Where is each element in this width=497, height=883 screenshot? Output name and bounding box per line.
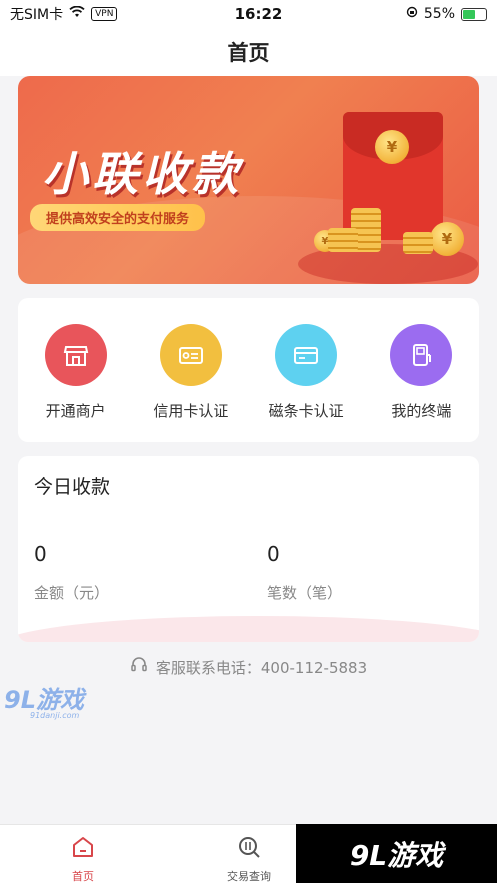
status-bar: 无SIM卡 VPN 16:22 55% <box>0 0 497 28</box>
customer-service[interactable]: 客服联系电话：400-112-5883 <box>0 656 497 678</box>
watermark-overlay: 9L游戏 <box>296 824 497 883</box>
card-wave-decoration <box>18 616 479 642</box>
count-label: 笔数（笔） <box>267 584 343 602</box>
menu-label: 信用卡认证 <box>153 402 229 420</box>
watermark-logo: 9L游戏 91danji.com <box>4 680 84 720</box>
status-left: 无SIM卡 VPN <box>10 4 200 24</box>
banner-title: 小联收款 <box>42 147 242 201</box>
today-title: 今日收款 <box>34 476 111 498</box>
amount-label: 金额（元） <box>34 584 110 602</box>
menu-label: 开通商户 <box>45 402 106 420</box>
headset-icon <box>130 656 148 678</box>
function-menu: 开通商户 信用卡认证 磁条卡认证 我的终端 <box>18 298 479 442</box>
coin-stack <box>403 232 433 254</box>
banner-subtitle: 提供高效安全的支付服务 <box>30 204 206 231</box>
nav-bar: 首页 <box>0 28 497 76</box>
menu-label: 磁条卡认证 <box>268 402 344 420</box>
menu-item-open-merchant[interactable]: 开通商户 <box>18 298 133 442</box>
credit-card-icon <box>159 324 222 386</box>
carrier-label: 无SIM卡 <box>10 7 64 23</box>
tab-label: 交易查询 <box>227 870 271 883</box>
coin-stack <box>328 228 358 252</box>
service-phone-text: 客服联系电话：400-112-5883 <box>155 658 368 677</box>
magstripe-card-icon <box>275 324 338 386</box>
tab-home[interactable]: 首页 <box>0 825 166 883</box>
today-collection-card: 今日收款 0 金额（元） 0 笔数（笔） <box>18 456 479 642</box>
coin-icon: ¥ <box>375 130 409 164</box>
amount-stat: 0 金额（元） <box>34 542 109 603</box>
page-title: 首页 <box>227 41 270 65</box>
transaction-search-icon <box>236 834 262 864</box>
battery-percent: 55% <box>423 6 455 22</box>
menu-item-credit-card-verify[interactable]: 信用卡认证 <box>133 298 248 442</box>
watermark-text: 9L游戏 <box>349 838 444 872</box>
count-stat: 0 笔数（笔） <box>267 542 342 603</box>
watermark-domain: 91danji.com <box>30 711 80 720</box>
battery-icon <box>461 7 487 21</box>
shop-icon <box>44 324 107 386</box>
menu-item-magstripe-verify[interactable]: 磁条卡认证 <box>249 298 364 442</box>
tab-label: 首页 <box>72 870 94 883</box>
orientation-lock-icon <box>406 6 418 22</box>
home-icon <box>70 834 96 864</box>
count-value: 0 <box>267 542 280 566</box>
coin-icon: ¥ <box>430 222 464 256</box>
status-time: 16:22 <box>234 5 283 23</box>
pos-terminal-icon <box>390 324 453 386</box>
menu-label: 我的终端 <box>391 402 452 420</box>
amount-value: 0 <box>34 542 47 566</box>
vpn-badge: VPN <box>91 7 118 21</box>
watermark-text: 9L游戏 <box>4 686 84 714</box>
status-right: 55% <box>307 6 487 22</box>
menu-item-my-terminal[interactable]: 我的终端 <box>364 298 479 442</box>
wifi-icon <box>69 5 85 22</box>
promo-banner[interactable]: ¥ ¥ ¥ 小联收款 提供高效安全的支付服务 <box>18 76 479 284</box>
